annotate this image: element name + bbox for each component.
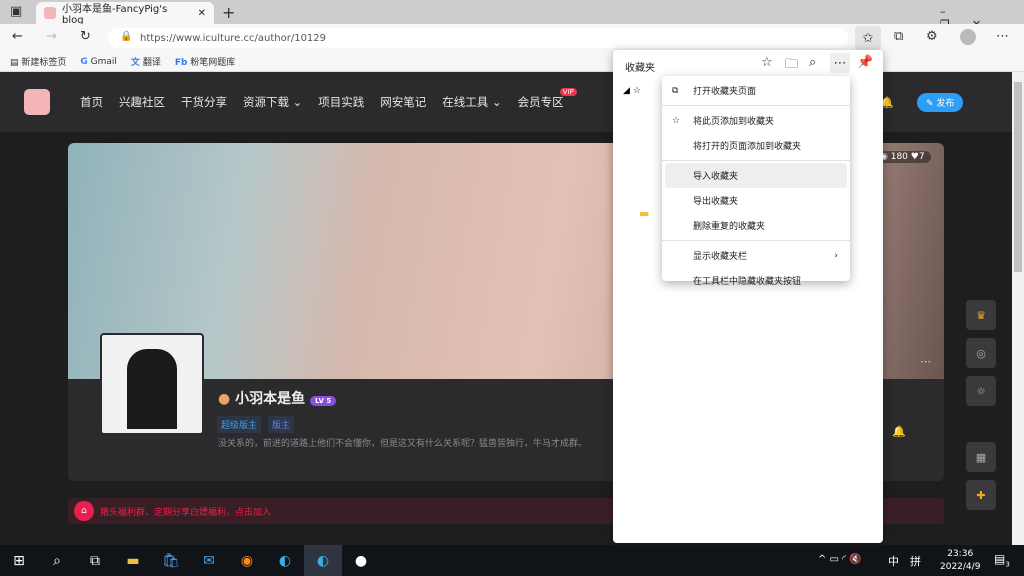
menu-add-open-pages[interactable]: 将打开的页面添加到收藏夹 xyxy=(662,133,850,158)
tray-icons[interactable]: ^ ▭ ◜ 🔇 xyxy=(818,554,862,565)
scrollbar[interactable] xyxy=(1012,72,1024,545)
favorites-icon[interactable]: ✩ xyxy=(855,26,881,50)
ime-mode[interactable]: 拼 xyxy=(910,553,921,569)
badge-mod: 版主 xyxy=(268,416,295,433)
menu-hide-favorites-button[interactable]: 在工具栏中隐藏收藏夹按钮 xyxy=(662,268,850,293)
add-folder-icon[interactable]: 🗀 xyxy=(785,55,798,77)
edge-active-icon[interactable]: ◐ xyxy=(304,545,342,576)
menu-import-favorites[interactable]: 导入收藏夹 xyxy=(665,163,847,188)
nav-home[interactable]: 首页 xyxy=(80,94,103,110)
start-icon[interactable]: ⊞ xyxy=(0,545,38,576)
nav-projects[interactable]: 项目实践 xyxy=(318,94,364,110)
favorites-more-menu: ⧉ 打开收藏夹页面 ☆ 将此页添加到收藏夹 将打开的页面添加到收藏夹 导入收藏夹 导… xyxy=(662,76,850,287)
firefox-icon[interactable]: ◉ xyxy=(228,545,266,576)
site-logo[interactable] xyxy=(24,89,50,115)
add-icon[interactable]: ✚ xyxy=(966,480,996,510)
app-icon[interactable]: ● xyxy=(342,545,380,576)
bookmark-translate[interactable]: 文 翻译 xyxy=(131,55,161,68)
ime-indicator[interactable]: 中 xyxy=(888,553,899,569)
taskbar: ⊞ ⌕ ⧉ ▬ 🛍 ✉ ◉ ◐ ◐ ● ^ ▭ ◜ 🔇 中 拼 23:36 202… xyxy=(0,545,1024,576)
menu-show-favorites-bar[interactable]: 显示收藏夹栏 › xyxy=(662,243,850,268)
url-input[interactable]: 🔒 https://www.iculture.cc/author/10129 xyxy=(108,28,848,48)
chevron-right-icon: › xyxy=(834,250,838,261)
edge-icon[interactable]: ◐ xyxy=(266,545,304,576)
avatar xyxy=(100,333,204,435)
search-icon[interactable]: ⌕ xyxy=(809,55,816,70)
home-icon: ⌂ xyxy=(74,501,94,521)
theme-icon[interactable]: ☼ xyxy=(966,376,996,406)
profile-avatar[interactable] xyxy=(960,29,976,45)
follow-bell-icon[interactable]: 🔔 xyxy=(892,425,906,438)
nav-community[interactable]: 兴趣社区 xyxy=(119,94,165,110)
badge-super-mod: 超级版主 xyxy=(217,416,262,433)
publish-button[interactable]: ✎ 发布 xyxy=(917,93,964,112)
back-icon[interactable]: ← xyxy=(12,29,23,44)
side-tools: ♛ ◎ ☼ ▦ ✚ xyxy=(966,300,996,510)
profile-name: ● 小羽本是鱼 LV 5 xyxy=(218,388,337,408)
more-icon[interactable]: ⋯ xyxy=(996,29,1009,44)
add-favorite-icon[interactable]: ☆ xyxy=(761,55,773,70)
nav-share[interactable]: 干货分享 xyxy=(181,94,227,110)
url-text: https://www.iculture.cc/author/10129 xyxy=(140,32,327,44)
search-icon[interactable]: ⌕ xyxy=(38,545,76,576)
close-tab-icon[interactable]: ✕ xyxy=(198,8,206,19)
task-view-icon[interactable]: ⧉ xyxy=(76,545,114,576)
nav-vip[interactable]: 会员专区 VIP xyxy=(518,88,577,110)
extensions-icon[interactable]: ⚙ xyxy=(926,29,938,44)
new-tab-icon[interactable]: + xyxy=(222,3,235,22)
level-badge: LV 5 xyxy=(309,396,337,406)
store-icon[interactable]: 🛍 xyxy=(152,545,190,576)
menu-export-favorites[interactable]: 导出收藏夹 xyxy=(662,188,850,213)
menu-open-favorites-page[interactable]: ⧉ 打开收藏夹页面 xyxy=(662,78,850,103)
refresh-icon[interactable]: ↻ xyxy=(80,29,91,44)
pin-icon[interactable]: 📌 xyxy=(857,55,873,70)
crown-icon: ● xyxy=(218,391,231,407)
tab-bar: ▣ 小羽本是鱼-FancyPig's blog ✕ + –❐✕ xyxy=(0,0,1024,31)
forward-icon[interactable]: → xyxy=(46,29,57,44)
bookmark-fenbi[interactable]: Fb 粉笔网题库 xyxy=(175,55,235,68)
nav-tools[interactable]: 在线工具 ⌄ xyxy=(442,94,501,110)
mail-icon[interactable]: ✉ xyxy=(190,545,228,576)
wechat-icon[interactable]: ◎ xyxy=(966,338,996,368)
menu-add-this-page[interactable]: ☆ 将此页添加到收藏夹 xyxy=(662,108,850,133)
favorites-title: 收藏夹 xyxy=(625,63,655,74)
collections-icon[interactable]: ⧉ xyxy=(894,29,903,44)
crown-icon[interactable]: ♛ xyxy=(966,300,996,330)
profile-bio: 没关系的，前进的道路上他们不会懂你，但是这又有什么关系呢？猛兽皆独行，牛马才成群… xyxy=(218,439,588,449)
lock-icon: 🔒 xyxy=(120,31,133,42)
tab-actions-icon[interactable]: ▣ xyxy=(10,4,22,19)
vip-badge: VIP xyxy=(559,88,577,96)
nav-notes[interactable]: 网安笔记 xyxy=(380,94,426,110)
more-options-icon[interactable]: ⋯ xyxy=(830,53,850,73)
more-icon[interactable]: ⋯ xyxy=(920,355,931,368)
bookmark-gmail[interactable]: G Gmail xyxy=(80,57,117,67)
tab-title: 小羽本是鱼-FancyPig's blog xyxy=(62,4,168,26)
menu-remove-duplicates[interactable]: 删除重复的收藏夹 xyxy=(662,213,850,238)
notification-icon[interactable]: ▤3 xyxy=(994,552,1010,568)
qrcode-icon[interactable]: ▦ xyxy=(966,442,996,472)
file-explorer-icon[interactable]: ▬ xyxy=(114,545,152,576)
clock[interactable]: 23:36 2022/4/9 xyxy=(940,548,980,574)
tab-active[interactable]: 小羽本是鱼-FancyPig's blog ✕ xyxy=(36,2,214,26)
favicon-icon xyxy=(44,7,56,19)
nav-download[interactable]: 资源下载 ⌄ xyxy=(243,94,302,110)
folder-icon[interactable]: ▬ xyxy=(639,207,649,220)
favorites-bar-tree[interactable]: ◢ ☆ xyxy=(623,86,641,96)
bookmark-new-tab[interactable]: ▤ 新建标签页 xyxy=(10,55,66,68)
